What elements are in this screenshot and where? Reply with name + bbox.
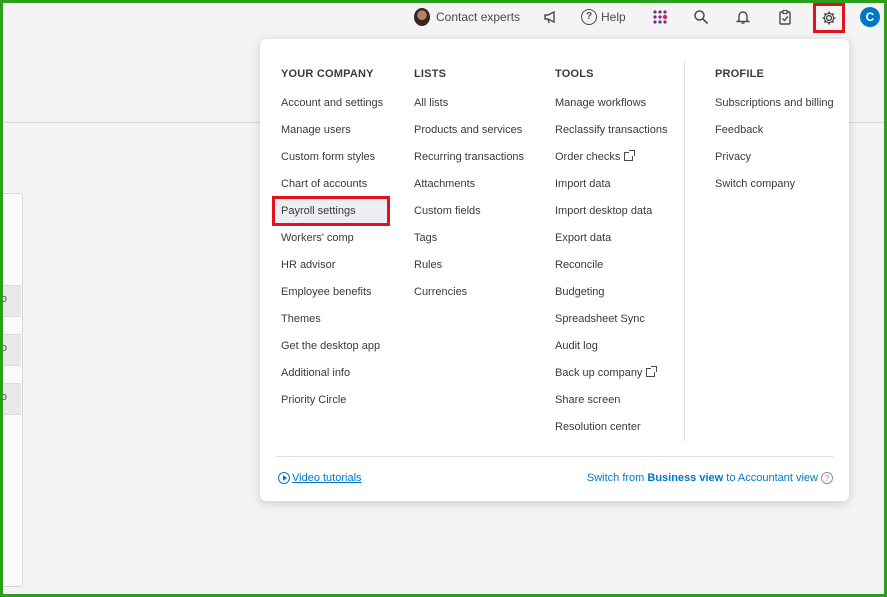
menu-item-share-screen[interactable]: Share screen	[555, 394, 685, 421]
menu-item-priority-circle[interactable]: Priority Circle	[281, 394, 411, 421]
lists-column: LISTS All lists Products and services Re…	[414, 68, 544, 313]
profile-header: PROFILE	[715, 68, 765, 80]
bell-icon[interactable]	[732, 6, 754, 28]
app-window: a o o o Contact experts ? Help C	[0, 0, 887, 597]
play-circle-icon	[278, 472, 290, 484]
menu-item-custom-form-styles[interactable]: Custom form styles	[281, 151, 411, 178]
menu-item-switch-company[interactable]: Switch company	[715, 178, 845, 205]
menu-item-employee-benefits[interactable]: Employee benefits	[281, 286, 411, 313]
lists-header: LISTS	[414, 68, 447, 80]
contact-experts-button[interactable]: Contact experts	[414, 7, 520, 27]
menu-item-reclassify-transactions[interactable]: Reclassify transactions	[555, 124, 685, 151]
menu-item-subscriptions-and-billing[interactable]: Subscriptions and billing	[715, 97, 845, 124]
background-row: o	[3, 334, 21, 366]
video-tutorials-link[interactable]: Video tutorials	[278, 472, 362, 484]
menu-item-reconcile[interactable]: Reconcile	[555, 259, 685, 286]
question-circle-icon[interactable]: ?	[821, 472, 833, 484]
clipboard-icon[interactable]	[774, 6, 796, 28]
apps-icon[interactable]	[649, 6, 671, 28]
switch-view-link[interactable]: Switch from Business view to Accountant …	[587, 472, 833, 484]
menu-item-budgeting[interactable]: Budgeting	[555, 286, 685, 313]
menu-item-spreadsheet-sync[interactable]: Spreadsheet Sync	[555, 313, 685, 340]
your-company-column: YOUR COMPANY Account and settings Manage…	[272, 68, 411, 421]
background-row: o	[3, 383, 21, 415]
search-icon[interactable]	[690, 6, 712, 28]
menu-item-manage-users[interactable]: Manage users	[281, 124, 411, 151]
external-link-icon	[624, 150, 636, 161]
your-company-header: YOUR COMPANY	[281, 68, 374, 80]
help-label: Help	[601, 10, 626, 24]
menu-item-additional-info[interactable]: Additional info	[281, 367, 411, 394]
menu-item-rules[interactable]: Rules	[414, 259, 544, 286]
tools-column: TOOLS Manage workflows Reclassify transa…	[555, 68, 685, 448]
menu-item-manage-workflows[interactable]: Manage workflows	[555, 97, 685, 124]
menu-item-feedback[interactable]: Feedback	[715, 124, 845, 151]
background-row: o	[3, 285, 21, 317]
profile-column: PROFILE Subscriptions and billing Feedba…	[715, 68, 845, 205]
menu-item-import-desktop-data[interactable]: Import desktop data	[555, 205, 685, 232]
video-tutorials-label: Video tutorials	[292, 472, 362, 484]
tools-header: TOOLS	[555, 68, 594, 80]
user-avatar[interactable]: C	[860, 7, 880, 27]
menu-item-payroll-settings[interactable]: Payroll settings	[272, 196, 411, 232]
switch-view-label: Switch from Business view to Accountant …	[586, 472, 818, 484]
settings-dropdown: YOUR COMPANY Account and settings Manage…	[260, 39, 849, 501]
gear-icon	[818, 7, 840, 29]
menu-item-account-and-settings[interactable]: Account and settings	[281, 97, 411, 124]
menu-item-all-lists[interactable]: All lists	[414, 97, 544, 124]
external-link-icon	[646, 366, 658, 377]
menu-item-recurring-transactions[interactable]: Recurring transactions	[414, 151, 544, 178]
footer-divider	[276, 456, 833, 457]
column-divider	[684, 61, 685, 441]
menu-item-audit-log[interactable]: Audit log	[555, 340, 685, 367]
help-button[interactable]: ? Help	[581, 7, 626, 27]
menu-item-order-checks[interactable]: Order checks	[555, 150, 685, 178]
menu-item-workers-comp[interactable]: Workers' comp	[281, 232, 411, 259]
menu-item-get-desktop-app[interactable]: Get the desktop app	[281, 340, 411, 367]
menu-item-privacy[interactable]: Privacy	[715, 151, 845, 178]
menu-item-hr-advisor[interactable]: HR advisor	[281, 259, 411, 286]
menu-item-resolution-center[interactable]: Resolution center	[555, 421, 685, 448]
menu-item-tags[interactable]: Tags	[414, 232, 544, 259]
menu-item-currencies[interactable]: Currencies	[414, 286, 544, 313]
menu-item-products-and-services[interactable]: Products and services	[414, 124, 544, 151]
expert-avatar-icon	[414, 8, 430, 26]
menu-item-attachments[interactable]: Attachments	[414, 178, 544, 205]
menu-item-themes[interactable]: Themes	[281, 313, 411, 340]
megaphone-icon[interactable]	[540, 6, 562, 28]
contact-experts-label: Contact experts	[436, 10, 521, 24]
menu-item-custom-fields[interactable]: Custom fields	[414, 205, 544, 232]
menu-item-back-up-company[interactable]: Back up company	[555, 366, 685, 394]
help-icon: ?	[581, 9, 597, 25]
menu-item-export-data[interactable]: Export data	[555, 232, 685, 259]
settings-gear-button[interactable]	[813, 3, 845, 33]
menu-item-import-data[interactable]: Import data	[555, 178, 685, 205]
